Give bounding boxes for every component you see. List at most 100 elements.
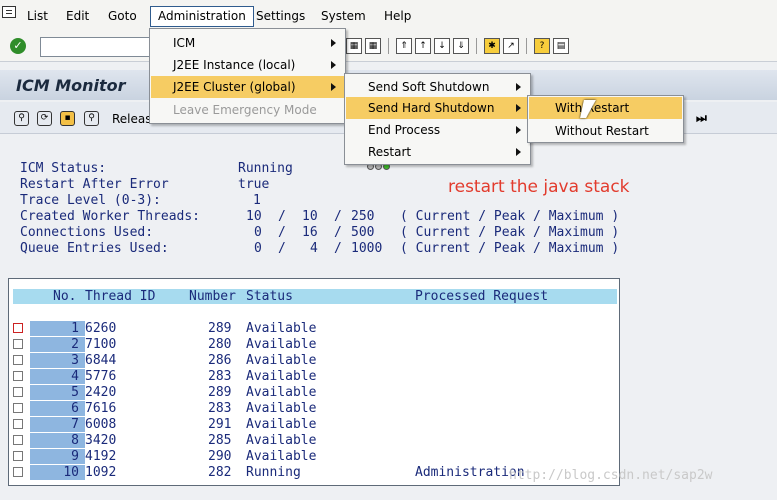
cell-thread-id: 2420	[85, 385, 117, 400]
menu-administration[interactable]: Administration	[150, 6, 254, 27]
menu-settings[interactable]: Settings	[256, 9, 305, 23]
queue-entries-label: Queue Entries Used:	[20, 241, 169, 256]
menu-item-leave-emergency-mode: Leave Emergency Mode	[151, 99, 344, 121]
column-status[interactable]: Status	[246, 289, 293, 304]
menu-item-end-process[interactable]: End Process	[346, 119, 529, 141]
watermark: http://blog.csdn.net/sap2w	[509, 468, 713, 483]
cell-number: 290	[208, 449, 232, 464]
trace-level-value: 1	[253, 193, 261, 208]
connections-legend: ( Current / Peak / Maximum )	[400, 225, 620, 240]
restart-after-error-value: true	[238, 177, 270, 192]
last-page-icon[interactable]: ⏭	[696, 111, 707, 126]
cell-number: 283	[208, 369, 232, 384]
menu-item-j2ee-instance[interactable]: J2EE Instance (local)	[151, 54, 344, 76]
cell-no: 5	[30, 385, 85, 400]
queue-entries-maximum: 1000	[351, 241, 383, 256]
menu-item-label: Send Hard Shutdown	[368, 101, 495, 115]
table-row[interactable]: 7 6008 291 Available	[9, 417, 619, 433]
system-menu-icon[interactable]	[2, 6, 16, 18]
menu-system[interactable]: System	[321, 9, 366, 23]
cell-thread-id: 6008	[85, 417, 117, 432]
menu-goto[interactable]: Goto	[108, 9, 137, 23]
separator-slash: /	[278, 225, 286, 240]
separator-slash: /	[278, 241, 286, 256]
cell-status: Running	[246, 465, 301, 480]
cell-thread-id: 4192	[85, 449, 117, 464]
connections-current: 0	[254, 225, 262, 240]
submenu-arrow-icon	[331, 61, 336, 69]
submenu-arrow-icon	[331, 83, 336, 91]
cell-number: 286	[208, 353, 232, 368]
menu-item-j2ee-cluster[interactable]: J2EE Cluster (global)	[151, 76, 344, 98]
cell-no: 3	[30, 353, 85, 368]
menu-item-hard-shutdown[interactable]: Send Hard Shutdown	[346, 97, 529, 119]
table-header: No. Thread ID Number Status Processed Re…	[13, 289, 617, 304]
queue-entries-legend: ( Current / Peak / Maximum )	[400, 241, 620, 256]
column-no[interactable]: No.	[53, 289, 76, 304]
shortcut-icon[interactable]: ↗	[503, 38, 519, 54]
previous-page-icon[interactable]: ↑	[415, 38, 431, 54]
cell-status: Available	[246, 417, 317, 432]
cell-status: Available	[246, 449, 317, 464]
find-icon[interactable]: ▦	[346, 38, 362, 54]
cell-number: 283	[208, 401, 232, 416]
queue-entries-peak: 4	[310, 241, 318, 256]
layout-menu-icon[interactable]: ▤	[553, 38, 569, 54]
cell-no: 7	[30, 417, 85, 432]
connections-peak: 16	[302, 225, 318, 240]
trace-icon[interactable]: ⚲	[84, 111, 99, 126]
last-page-icon[interactable]: ⇓	[453, 38, 469, 54]
menu-bar: List Edit Goto Administration Settings S…	[0, 0, 777, 32]
cell-no: 6	[30, 401, 85, 416]
table-row[interactable]: 5 2420 289 Available	[9, 385, 619, 401]
table-row[interactable]: 2 7100 280 Available	[9, 337, 619, 353]
menu-list[interactable]: List	[27, 9, 48, 23]
next-page-icon[interactable]: ↓	[434, 38, 450, 54]
table-row[interactable]: 3 6844 286 Available	[9, 353, 619, 369]
menu-item-restart[interactable]: Restart	[346, 141, 529, 163]
refresh-icon[interactable]: ⟳	[37, 111, 52, 126]
menu-edit[interactable]: Edit	[66, 9, 89, 23]
menu-item-icm[interactable]: ICM	[151, 32, 344, 54]
cell-status: Available	[246, 385, 317, 400]
new-session-icon[interactable]: ✱	[484, 38, 500, 54]
menu-item-label: End Process	[368, 123, 441, 137]
cell-thread-id: 6844	[85, 353, 117, 368]
column-processed-request[interactable]: Processed Request	[415, 289, 548, 304]
submenu-arrow-icon	[331, 39, 336, 47]
details-icon[interactable]: ⚲	[14, 111, 29, 126]
help-icon[interactable]: ?	[534, 38, 550, 54]
table-row[interactable]: 8 3420 285 Available	[9, 433, 619, 449]
command-field[interactable]	[40, 37, 152, 57]
column-thread-id[interactable]: Thread ID	[85, 289, 155, 304]
menu-item-without-restart[interactable]: Without Restart	[529, 120, 682, 142]
release-label[interactable]: Releas	[112, 112, 152, 126]
annotation-text: restart the java stack	[448, 177, 630, 197]
cell-no: 8	[30, 433, 85, 448]
cell-no: 9	[30, 449, 85, 464]
cell-no: 10	[30, 465, 85, 480]
menu-item-label: Send Soft Shutdown	[368, 80, 490, 94]
first-page-icon[interactable]: ⇑	[396, 38, 412, 54]
stop-icon[interactable]: ▪	[60, 111, 75, 126]
toolbar-separator	[476, 38, 477, 54]
cluster-submenu: Send Soft Shutdown Send Hard Shutdown En…	[344, 73, 531, 165]
cell-status: Available	[246, 321, 317, 336]
submenu-arrow-icon	[516, 83, 521, 91]
column-number[interactable]: Number	[189, 289, 236, 304]
cell-status: Available	[246, 353, 317, 368]
table-row[interactable]: 1 6260 289 Available	[9, 321, 619, 337]
page-title: ICM Monitor	[16, 76, 126, 95]
menu-help[interactable]: Help	[384, 9, 411, 23]
table-row[interactable]: 6 7616 283 Available	[9, 401, 619, 417]
table-row[interactable]: 4 5776 283 Available	[9, 369, 619, 385]
cell-status: Available	[246, 433, 317, 448]
menu-item-with-restart[interactable]: With Restart	[529, 97, 682, 119]
administration-menu: ICM J2EE Instance (local) J2EE Cluster (…	[149, 28, 346, 124]
menu-item-soft-shutdown[interactable]: Send Soft Shutdown	[346, 76, 529, 98]
find-next-icon[interactable]: ▦	[365, 38, 381, 54]
enter-check-icon[interactable]: ✓	[10, 38, 26, 54]
toolbar-icon-group: ▦ ▦ ⇑ ↑ ↓ ⇓ ✱ ↗ ? ▤	[346, 38, 569, 54]
table-row[interactable]: 9 4192 290 Available	[9, 449, 619, 465]
cell-no: 4	[30, 369, 85, 384]
